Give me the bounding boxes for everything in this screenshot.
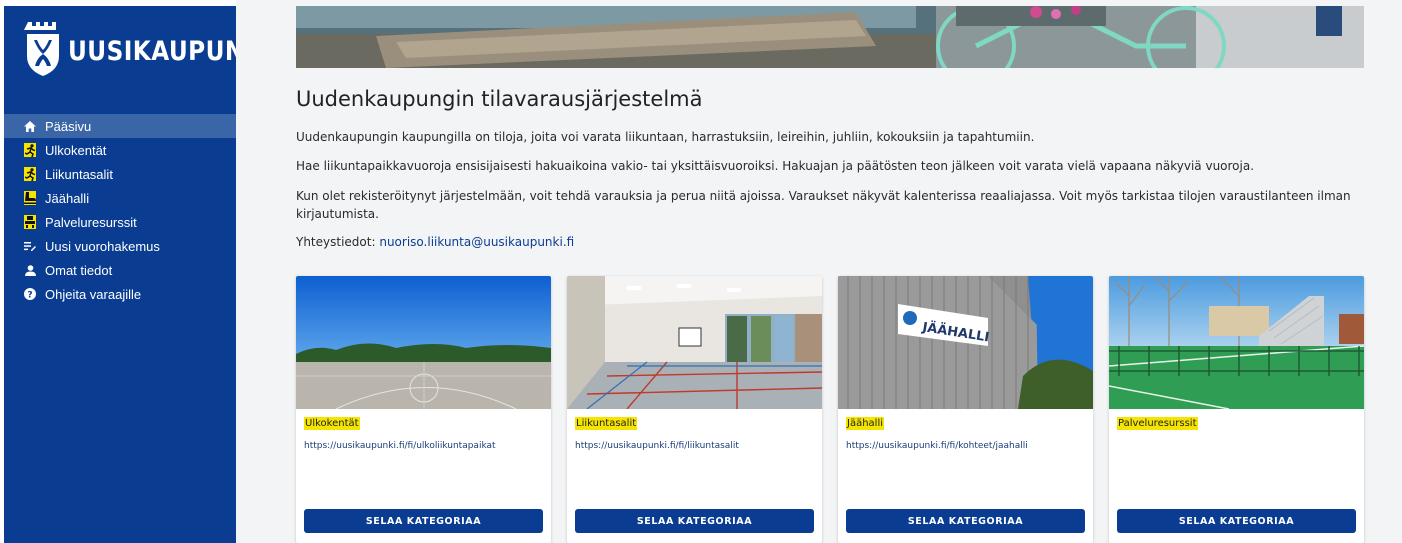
category-card-jaahalli: JÄÄHALLI Jäähalli https://uusikaupunki.f… <box>838 276 1093 543</box>
intro-paragraph: Kun olet rekisteröitynyt järjestelmään, … <box>296 189 1351 221</box>
sidebar-item-label: Ohjeita varaajille <box>45 286 142 302</box>
card-title[interactable]: Jäähalli <box>846 417 885 430</box>
contact-email-link[interactable]: nuoriso.liikunta@uusikaupunki.fi <box>379 235 574 249</box>
hero-image <box>296 6 1364 68</box>
resource-icon <box>24 215 36 229</box>
sidebar-item-ohjeita-varaajille[interactable]: ? Ohjeita varaajille <box>4 282 236 306</box>
intro-paragraph: Uudenkaupungin kaupungilla on tiloja, jo… <box>296 130 1035 144</box>
card-title[interactable]: Liikuntasalit <box>575 417 638 430</box>
home-icon <box>24 119 36 133</box>
card-link[interactable]: https://uusikaupunki.fi/fi/liikuntasalit <box>575 441 739 451</box>
sidebar-item-uusi-vuorohakemus[interactable]: Uusi vuorohakemus <box>4 234 236 258</box>
svg-text:?: ? <box>27 290 32 300</box>
browse-category-button[interactable]: SELAA KATEGORIAA <box>846 509 1085 533</box>
sidebar-item-label: Omat tiedot <box>45 262 113 278</box>
browse-category-button[interactable]: SELAA KATEGORIAA <box>575 509 814 533</box>
sidebar-item-ulkokentat[interactable]: Ulkokentät <box>4 138 236 162</box>
help-icon: ? <box>24 287 36 301</box>
card-image[interactable] <box>567 276 822 409</box>
list-edit-icon <box>24 239 36 253</box>
sidebar-item-omat-tiedot[interactable]: Omat tiedot <box>4 258 236 282</box>
card-title[interactable]: Ulkokentät <box>304 417 360 430</box>
category-card-ulkokentat: Ulkokentät https://uusikaupunki.fi/fi/ul… <box>296 276 551 543</box>
user-icon <box>24 263 36 277</box>
sidebar-item-jaahalli[interactable]: Jäähalli <box>4 186 236 210</box>
sidebar-item-label: Ulkokentät <box>45 142 107 158</box>
card-title[interactable]: Palveluresurssit <box>1117 417 1198 430</box>
contact-paragraph: Yhteystiedot: nuoriso.liikunta@uusikaupu… <box>296 233 1356 251</box>
sidebar: UUSIKAUPUNKI Pääsivu Ulkokentät Liikunta… <box>4 6 272 543</box>
page-title: Uudenkaupungin tilavarausjärjestelmä <box>296 87 703 111</box>
browse-category-button[interactable]: SELAA KATEGORIAA <box>304 509 543 533</box>
intro-paragraph: Hae liikuntapaikkavuoroja ensisijaisesti… <box>296 159 1255 173</box>
sidebar-item-label: Uusi vuorohakemus <box>45 238 160 254</box>
runner-icon <box>24 167 36 181</box>
skate-icon <box>24 191 36 205</box>
card-link[interactable]: https://uusikaupunki.fi/fi/kohteet/jaaha… <box>846 441 1028 451</box>
sidebar-item-liikuntasalit[interactable]: Liikuntasalit <box>4 162 236 186</box>
category-card-palveluresurssit: Palveluresurssit SELAA KATEGORIAA <box>1109 276 1364 543</box>
category-card-liikuntasalit: Liikuntasalit https://uusikaupunki.fi/fi… <box>567 276 822 543</box>
sidebar-nav: Pääsivu Ulkokentät Liikuntasalit Jäähall… <box>4 114 236 306</box>
card-image[interactable]: JÄÄHALLI <box>838 276 1093 409</box>
card-image[interactable] <box>1109 276 1364 409</box>
browse-category-button[interactable]: SELAA KATEGORIAA <box>1117 509 1356 533</box>
runner-icon <box>24 143 36 157</box>
sidebar-item-label: Palveluresurssit <box>45 214 137 230</box>
sidebar-item-label: Liikuntasalit <box>45 166 113 182</box>
sidebar-item-label: Jäähalli <box>45 190 90 206</box>
main-content: Uudenkaupungin tilavarausjärjestelmä Uud… <box>236 0 1402 543</box>
sidebar-item-palveluresurssit[interactable]: Palveluresurssit <box>4 210 236 234</box>
contact-label: Yhteystiedot: <box>296 235 376 249</box>
card-image[interactable] <box>296 276 551 409</box>
crest-icon <box>24 22 59 76</box>
sidebar-item-paasivu[interactable]: Pääsivu <box>4 114 236 138</box>
card-link[interactable]: https://uusikaupunki.fi/fi/ulkoliikuntap… <box>304 441 496 451</box>
sidebar-item-label: Pääsivu <box>45 118 92 134</box>
